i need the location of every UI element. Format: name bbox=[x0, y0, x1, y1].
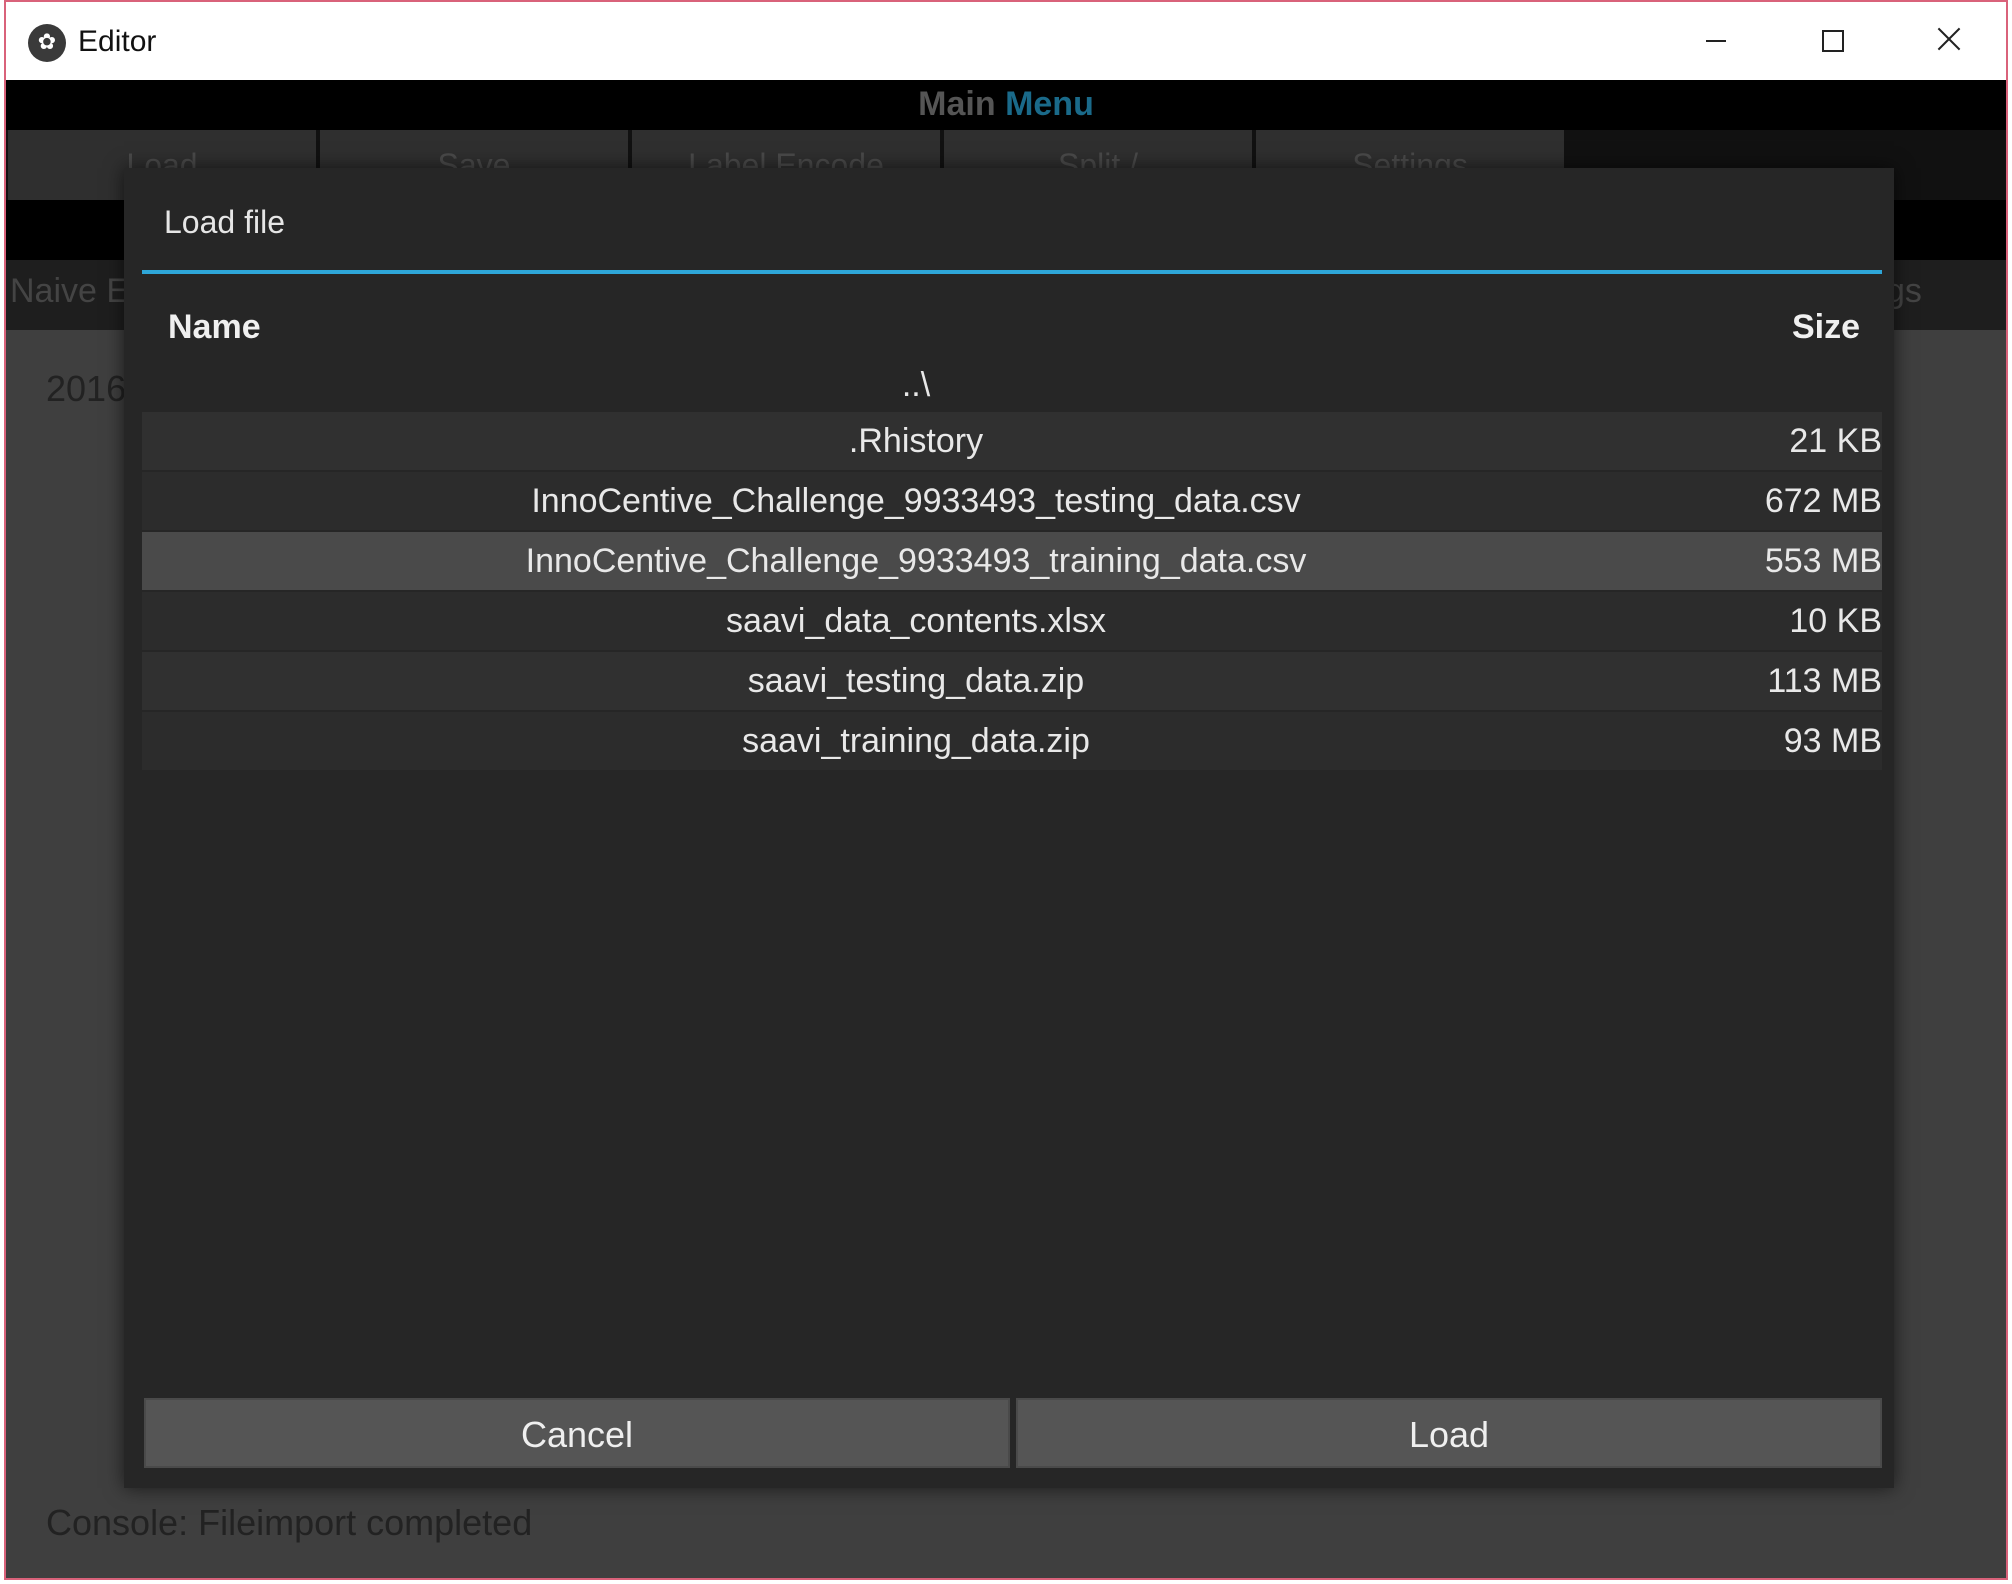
menu-title-accent: Menu bbox=[1005, 85, 1094, 123]
console-status: Console: Fileimport completed bbox=[46, 1502, 533, 1543]
load-file-dialog: Load file Name Size ..\ .Rhistory 21 KB … bbox=[124, 168, 1894, 1488]
list-item[interactable]: .Rhistory 21 KB bbox=[142, 412, 1882, 470]
file-name: .Rhistory bbox=[848, 422, 984, 460]
file-size: 10 KB bbox=[1789, 602, 1882, 640]
file-size: 21 KB bbox=[1789, 422, 1882, 460]
editor-window: ✿ Editor Main Menu Load Save Label Encod… bbox=[4, 0, 2008, 1580]
column-header-name[interactable]: Name bbox=[168, 308, 261, 347]
list-item-selected[interactable]: InnoCentive_Challenge_9933493_training_d… bbox=[142, 532, 1882, 590]
file-size: 553 MB bbox=[1764, 542, 1882, 580]
maximize-button[interactable] bbox=[1774, 2, 1890, 80]
file-list: ..\ .Rhistory 21 KB InnoCentive_Challeng… bbox=[142, 360, 1882, 772]
file-name: InnoCentive_Challenge_9933493_training_d… bbox=[525, 542, 1307, 580]
window-title: Editor bbox=[78, 25, 157, 58]
app-logo-icon: ✿ bbox=[28, 24, 66, 62]
load-button[interactable]: Load bbox=[1016, 1398, 1882, 1468]
tab-naive-bayes[interactable]: Naive E bbox=[10, 272, 129, 311]
list-item[interactable]: saavi_testing_data.zip 113 MB bbox=[142, 652, 1882, 710]
cancel-button[interactable]: Cancel bbox=[144, 1398, 1010, 1468]
file-size: 113 MB bbox=[1767, 662, 1882, 700]
list-item[interactable]: InnoCentive_Challenge_9933493_testing_da… bbox=[142, 472, 1882, 530]
file-name: saavi_data_contents.xlsx bbox=[726, 602, 1106, 640]
close-button[interactable] bbox=[1890, 2, 2006, 80]
column-header-size[interactable]: Size bbox=[1792, 308, 1860, 347]
title-bar[interactable]: ✿ Editor bbox=[6, 2, 2006, 80]
list-item[interactable]: saavi_training_data.zip 93 MB bbox=[142, 712, 1882, 770]
list-item[interactable]: saavi_data_contents.xlsx 10 KB bbox=[142, 592, 1882, 650]
main-menu-header: Main Menu bbox=[6, 80, 2006, 130]
content-year-text: 2016 bbox=[46, 368, 127, 409]
dialog-title-divider bbox=[142, 270, 1882, 274]
menu-title-main: Main bbox=[918, 85, 996, 123]
file-name: InnoCentive_Challenge_9933493_testing_da… bbox=[531, 482, 1301, 520]
file-size: 672 MB bbox=[1764, 482, 1882, 520]
minimize-button[interactable] bbox=[1658, 2, 1774, 80]
file-name: saavi_testing_data.zip bbox=[747, 662, 1085, 700]
minimize-icon bbox=[1706, 40, 1726, 42]
file-name: ..\ bbox=[901, 366, 931, 404]
list-item-parent-dir[interactable]: ..\ bbox=[142, 360, 1882, 410]
maximize-icon bbox=[1822, 30, 1844, 52]
file-size: 93 MB bbox=[1783, 722, 1882, 760]
file-name: saavi_training_data.zip bbox=[742, 722, 1090, 760]
close-icon bbox=[1936, 26, 1962, 52]
dialog-title: Load file bbox=[164, 204, 285, 240]
